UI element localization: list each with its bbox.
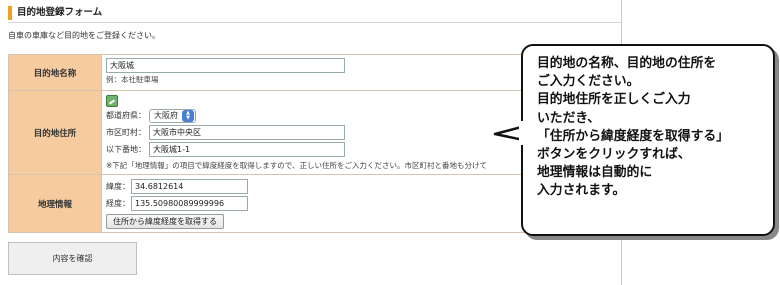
callout-line: 「住所から緯度経度を取得する」 <box>537 128 729 144</box>
confirm-button[interactable]: 内容を確認 <box>8 242 137 275</box>
get-coordinates-button[interactable]: 住所から緯度経度を取得する <box>106 214 224 229</box>
callout-line: ボタンをクリックすれば、 <box>537 147 691 163</box>
callout-line: 入力されます。 <box>537 183 626 199</box>
callout-bubble: 目的地の名称、目的地の住所を ご入力ください。 目的地住所を正しくご入力 いただ… <box>521 44 775 236</box>
destination-address-label: 目的地住所 <box>8 90 102 175</box>
city-input[interactable]: 大阪市中央区 <box>149 125 345 140</box>
callout-line: いただき、 <box>537 110 601 126</box>
street-label: 以下番地： <box>106 145 146 154</box>
map-icon[interactable] <box>106 94 118 107</box>
destination-name-input[interactable]: 大阪城 <box>106 58 345 73</box>
latitude-label: 緯度： <box>106 182 130 191</box>
callout-line: 目的地住所を正しくご入力 <box>537 92 691 108</box>
prefecture-select[interactable]: 大阪府 ▲ ▼ <box>149 108 196 123</box>
destination-name-label: 目的地名称 <box>8 54 102 91</box>
prefecture-value: 大阪府 <box>154 111 178 120</box>
geo-info-label: 地理情報 <box>8 174 102 233</box>
callout-line: ご入力ください。 <box>537 74 640 90</box>
form-intro: 自車の車庫など目的地をご登録ください。 <box>8 31 160 40</box>
title-divider <box>8 22 622 23</box>
form-title: 目的地登録フォーム <box>8 6 102 20</box>
callout-line: 地理情報は自動的に <box>537 165 653 181</box>
street-input[interactable]: 大阪城1-1 <box>149 142 345 157</box>
longitude-label: 経度： <box>106 199 130 208</box>
prefecture-label: 都道府県： <box>106 111 146 120</box>
callout-line: 目的地の名称、目的地の住所を <box>537 56 717 71</box>
up-down-arrows-icon: ▲ ▼ <box>182 109 194 122</box>
callout-tail-mask <box>519 121 525 145</box>
latitude-input[interactable]: 34.6812614 <box>131 179 248 194</box>
longitude-input[interactable]: 135.50980089999996 <box>131 196 248 211</box>
city-label: 市区町村： <box>106 128 146 137</box>
